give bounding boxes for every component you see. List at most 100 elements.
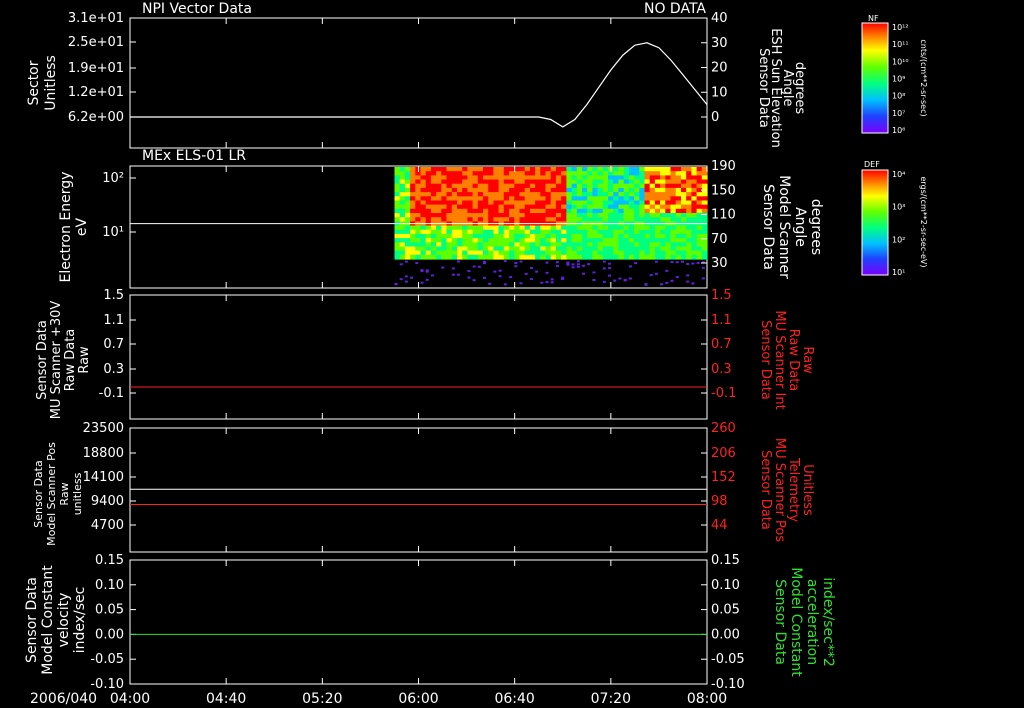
ytick-left-label: 4700: [91, 518, 124, 533]
spectrogram-cell: [555, 250, 562, 256]
spectrogram-cell: [420, 196, 427, 202]
spectrogram-cell: [623, 229, 630, 235]
spectrogram-cell: [446, 179, 453, 185]
spectrogram-cell: [420, 254, 427, 260]
xtick-label: 06:00: [398, 691, 438, 707]
spectrogram-cell: [446, 242, 453, 248]
spectrogram-cell: [467, 187, 474, 193]
spectrogram-cell: [535, 242, 541, 248]
spectrogram-cell: [498, 229, 505, 235]
spectrogram-cell: [691, 187, 698, 193]
spectrogram-cell: [493, 250, 500, 256]
spectrogram-cell: [462, 233, 468, 239]
spectrogram-cell: [446, 217, 453, 222]
spectrogram-cell: [587, 179, 593, 185]
spectrogram-cell: [425, 225, 432, 231]
spectrogram-cell: [425, 171, 432, 176]
spectrogram-cell: [425, 204, 432, 210]
panel-5-ylabel-left-1: Sensor Data: [24, 577, 40, 663]
spectrogram-cell: [415, 246, 422, 252]
spectrogram-cell: [550, 233, 557, 239]
spectrogram-cell: [493, 242, 500, 248]
spectrogram-cell: [582, 250, 588, 256]
spectrogram-cell: [462, 200, 468, 206]
spectrogram-cell: [415, 254, 422, 260]
spectrogram-cell: [654, 196, 661, 202]
spectrogram-cell: [701, 179, 708, 185]
spectrogram-cell: [681, 217, 687, 222]
spectrogram-cell: [498, 196, 505, 202]
spectrogram-cell: [514, 233, 521, 239]
spectrogram-cell: [399, 246, 406, 252]
spectrogram-cell: [701, 213, 708, 218]
spectrogram-cell: [654, 242, 661, 248]
spectrogram-cell: [602, 242, 609, 248]
x-axis: 04:00 04:40 05:20 06:00 06:40 07:20 08:00: [110, 691, 727, 707]
spectrogram-cell: [483, 246, 489, 252]
ytick-left-label: 10²: [102, 171, 124, 186]
panel-2-title: MEx ELS-01 LR: [142, 148, 246, 164]
spectrogram-cell: [613, 183, 619, 189]
spectrogram-cell: [608, 238, 614, 243]
spectrogram-cell: [597, 167, 604, 172]
ytick-right-label: 70: [711, 232, 728, 247]
spectrogram-cell: [597, 175, 604, 181]
spectrogram-cell: [582, 225, 588, 231]
spectrogram-cell: [415, 242, 422, 248]
spectrogram-noise: [602, 260, 606, 263]
spectrogram-cell: [566, 233, 573, 239]
spectrogram-cell: [576, 225, 583, 231]
spectrogram-cell: [415, 229, 422, 235]
colorbar-tick: 10¹²: [892, 23, 909, 32]
spectrogram-noise: [686, 280, 690, 283]
spectrogram-cell: [545, 183, 552, 189]
spectrogram-cell: [613, 246, 619, 252]
spectrogram-noise: [602, 267, 606, 270]
spectrogram-cell: [628, 183, 635, 189]
spectrogram-cell: [555, 213, 562, 218]
spectrogram-cell: [446, 225, 453, 231]
spectrogram-cell: [540, 217, 547, 222]
spectrogram-cell: [597, 187, 604, 193]
spectrogram-cell: [571, 171, 578, 176]
spectrogram-noise: [472, 279, 476, 282]
spectrogram-cell: [670, 167, 677, 172]
spectrogram-cell: [691, 254, 698, 260]
panel-2: MEx ELS-01 LR 10² 10¹ 190 150 110 70 30 Electr…: [58, 148, 824, 289]
spectrogram-noise: [404, 275, 408, 278]
spectrogram-cell: [634, 250, 640, 256]
spectrogram-cell: [576, 187, 583, 193]
spectrogram-cell: [446, 229, 453, 235]
spectrogram-cell: [410, 254, 416, 260]
spectrogram-cell: [399, 242, 406, 248]
spectrogram-cell: [483, 200, 489, 206]
spectrogram-cell: [555, 238, 562, 243]
spectrogram-cell: [441, 233, 448, 239]
spectrogram-cell: [665, 208, 672, 214]
spectrogram-cell: [696, 246, 703, 252]
spectrogram-cell: [561, 233, 567, 239]
spectrogram-cell: [509, 213, 515, 218]
spectrogram-cell: [660, 204, 666, 210]
spectrogram-cell: [628, 179, 635, 185]
spectrogram-cell: [467, 179, 474, 185]
spectrogram-cell: [410, 171, 416, 176]
spectrogram-noise: [613, 279, 617, 282]
spectrogram-cell: [410, 179, 416, 185]
spectrogram-cell: [571, 175, 578, 181]
spectrogram-cell: [399, 250, 406, 256]
spectrogram-cell: [545, 167, 552, 172]
spectrogram-cell: [488, 254, 494, 260]
spectrogram-cell: [623, 175, 630, 181]
spectrogram-cell: [467, 196, 474, 202]
spectrogram-cell: [441, 208, 448, 214]
ytick-right-label: 152: [711, 470, 736, 485]
spectrogram-cell: [410, 183, 416, 189]
spectrogram-cell: [524, 167, 531, 172]
colorbar-bottom: DEF 10⁴ 10³ 10² 10¹ ergs/(cm**2-sr-sec-eV): [861, 160, 928, 277]
spectrogram-cell: [592, 200, 599, 206]
spectrogram-cell: [457, 175, 463, 181]
spectrogram-cell: [529, 187, 536, 193]
spectrogram-cell: [488, 238, 494, 243]
spectrogram-cell: [566, 179, 573, 185]
